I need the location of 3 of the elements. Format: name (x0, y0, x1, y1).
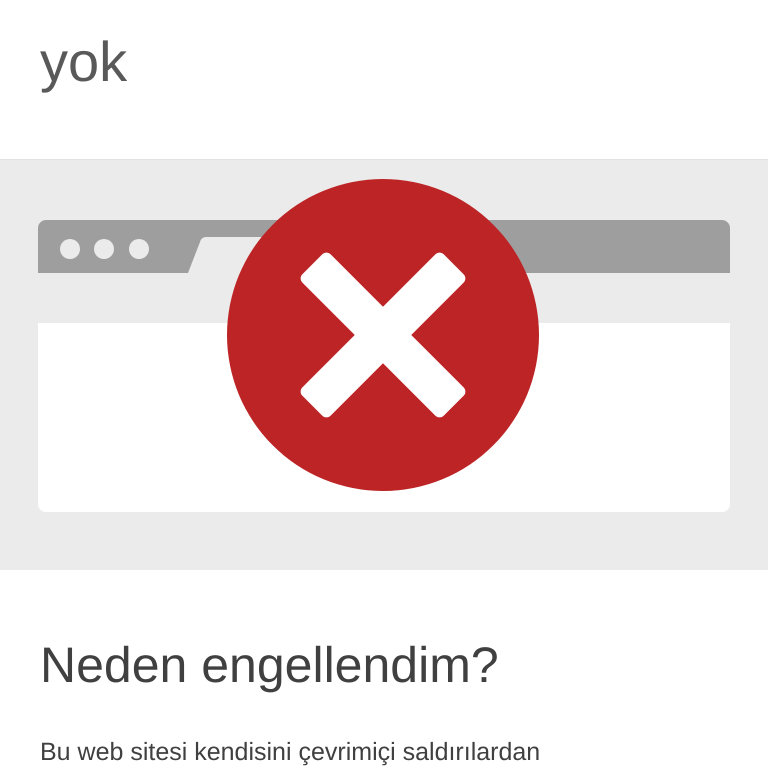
body-text: Bu web sitesi kendisini çevrimiçi saldırılardan (40, 737, 542, 767)
error-icon (227, 179, 539, 491)
section-heading: Neden engellendim? (40, 638, 500, 693)
